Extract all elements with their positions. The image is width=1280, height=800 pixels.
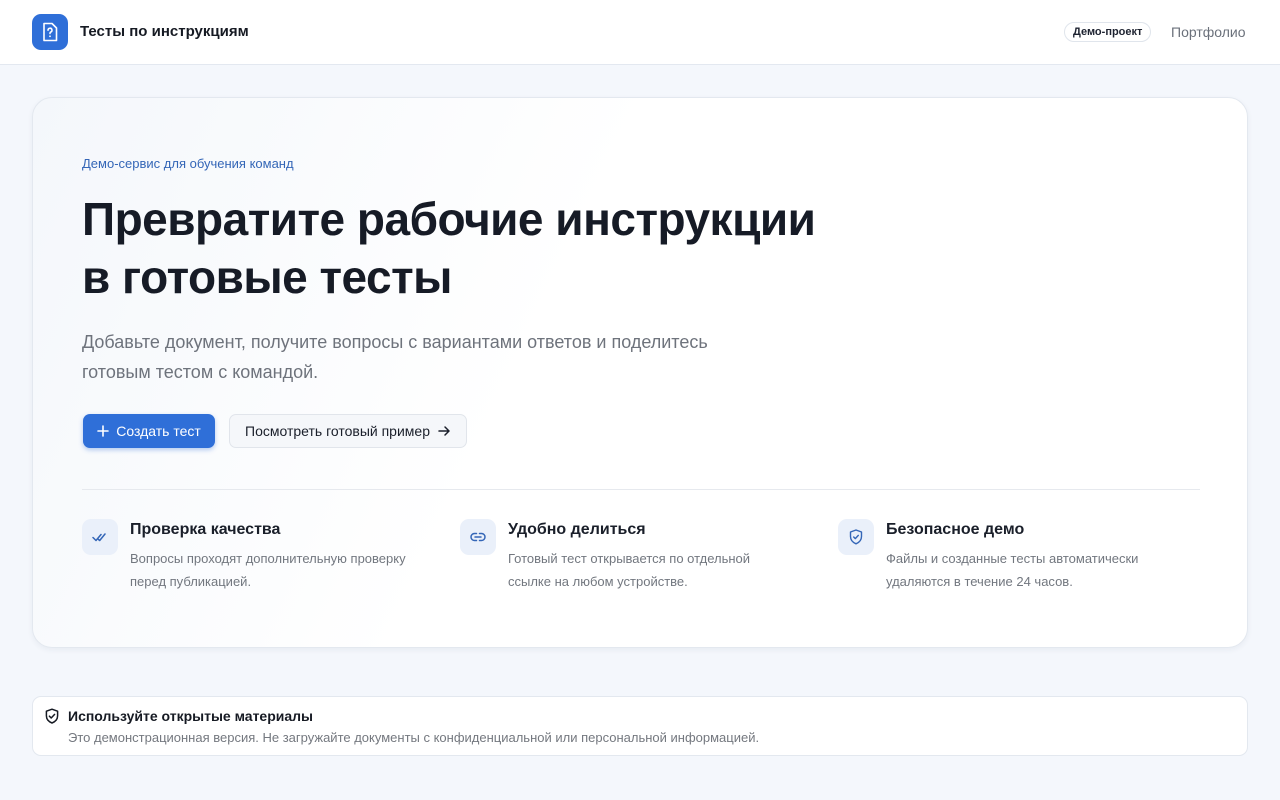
view-example-label: Посмотреть готовый пример xyxy=(245,423,430,439)
app-title[interactable]: Тесты по инструкциям xyxy=(80,23,249,40)
shield-check-icon xyxy=(45,708,59,724)
hero-headline-line: Превратите рабочие инструкции xyxy=(82,193,816,245)
hero-headline-line: в готовые тесты xyxy=(82,251,452,303)
feature-description-line: Файлы и созданные тесты автоматически xyxy=(886,551,1139,566)
create-test-label: Создать тест xyxy=(116,423,201,439)
hero-subtitle: Добавьте документ, получите вопросы с ва… xyxy=(82,327,782,387)
create-test-button[interactable]: Создать тест xyxy=(83,414,215,448)
hero-subtitle-line: Добавьте документ, получите вопросы с ва… xyxy=(82,332,708,352)
demo-project-badge: Демо-проект xyxy=(1064,22,1152,42)
feature-title: Проверка качества xyxy=(130,521,281,538)
feature-description: Вопросы проходят дополнительную проверку… xyxy=(130,547,450,593)
hero-subtitle-line: готовым тестом с командой. xyxy=(82,362,319,382)
feature-description-line: Вопросы проходят дополнительную проверку xyxy=(130,551,406,566)
feature-quality-check: Проверка качества Вопросы проходят допол… xyxy=(82,519,442,599)
hero-headline: Превратите рабочие инструкции в готовые … xyxy=(82,190,902,306)
portfolio-link[interactable]: Портфолио xyxy=(1171,24,1246,40)
open-materials-notice: Используйте открытые материалы Это демон… xyxy=(32,696,1248,756)
feature-description: Готовый тест открывается по отдельной сс… xyxy=(508,547,828,593)
feature-title: Безопасное демо xyxy=(886,521,1025,538)
document-question-icon[interactable] xyxy=(32,14,68,50)
shield-icon xyxy=(838,519,874,555)
hero-eyebrow: Демо-сервис для обучения команд xyxy=(82,156,294,171)
view-example-button[interactable]: Посмотреть готовый пример xyxy=(229,414,467,448)
feature-safe-demo: Безопасное демо Файлы и созданные тесты … xyxy=(838,519,1198,599)
notice-text: Это демонстрационная версия. Не загружай… xyxy=(68,730,760,745)
top-bar: Тесты по инструкциям Демо-проект Портфол… xyxy=(0,0,1280,65)
plus-icon xyxy=(97,425,110,437)
link-icon xyxy=(460,519,496,555)
feature-description-line: перед публикацией. xyxy=(130,574,252,589)
feature-description: Файлы и созданные тесты автоматически уд… xyxy=(886,547,1206,593)
hero-card: Демо-сервис для обучения команд Преврати… xyxy=(32,97,1248,648)
feature-title: Удобно делиться xyxy=(508,521,646,538)
feature-description-line: Готовый тест открывается по отдельной xyxy=(508,551,751,566)
feature-easy-sharing: Удобно делиться Готовый тест открывается… xyxy=(460,519,820,599)
arrow-right-icon xyxy=(438,426,450,436)
feature-description-line: удаляются в течение 24 часов. xyxy=(886,574,1073,589)
feature-description-line: ссылке на любом устройстве. xyxy=(508,574,688,589)
section-divider xyxy=(82,489,1200,490)
notice-title: Используйте открытые материалы xyxy=(68,708,313,724)
double-check-icon xyxy=(82,519,118,555)
